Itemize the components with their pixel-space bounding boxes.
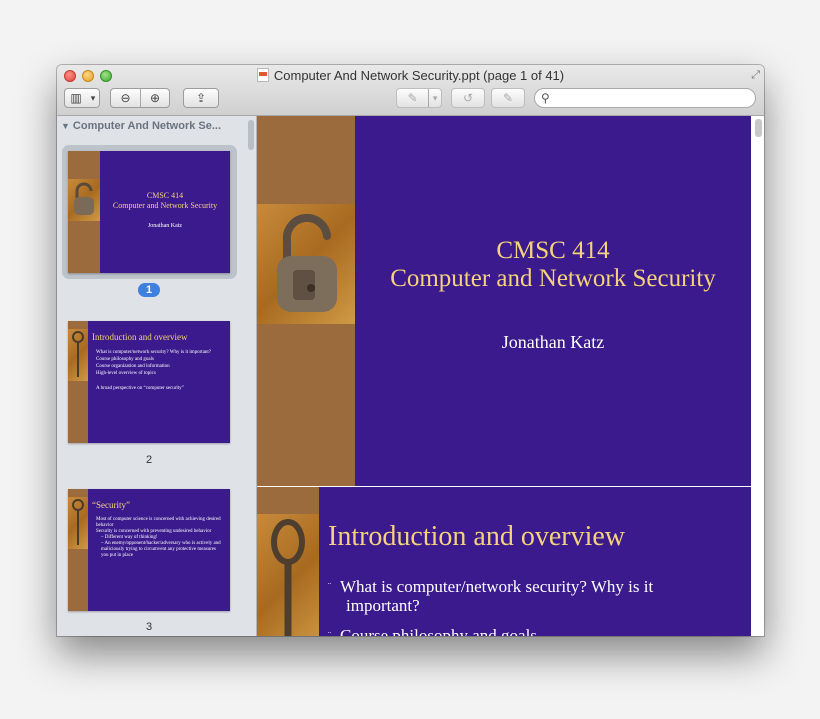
disclosure-triangle-icon[interactable]: ▼ [61,121,70,131]
thumbnail-page-3[interactable]: “Security” Most of computer science is c… [68,489,230,611]
document-view[interactable]: CMSC 414 Computer and Network Security J… [257,116,764,636]
padlock-image [257,204,355,324]
page-number-1[interactable]: 1 [138,283,160,297]
fullscreen-icon[interactable]: ⤢ [751,69,760,82]
thumbnail-page-1[interactable]: CMSC 414 Computer and Network Security J… [68,151,230,273]
sidebar-header[interactable]: ▼ Computer And Network Se... [61,120,221,132]
edit-icon: ✎ [502,91,514,105]
thumb-slide-title: Introduction and overview [92,332,188,342]
thumb-bullet: High-level overview of topics [96,371,156,376]
zoom-out-icon[interactable]: ⊖ [111,89,140,107]
search-icon: ⚲ [541,91,550,105]
sidebar-icon: ▥ [70,91,82,105]
main-scrollbar[interactable] [755,119,762,137]
bullet-glyph-icon: ¨ [328,630,331,636]
chevron-down-icon: ▾ [428,89,441,107]
chevron-down-icon: ▾ [90,92,96,103]
key-image [68,329,88,381]
slide-1: CMSC 414 Computer and Network Security J… [257,116,751,486]
window-title-text: Computer And Network Security.ppt (page … [273,68,565,83]
slide-bullet-1-line2: important? [346,596,420,615]
thumbnail-sidebar: ▼ Computer And Network Se... CMSC 414 Com… [57,116,257,636]
slide-bullet-1-line1: What is computer/network security? Why i… [340,577,654,596]
zoom-in-icon[interactable]: ⊕ [139,89,169,107]
slide-2: Introduction and overview ¨ What is compu… [257,487,751,636]
sidebar-view-button[interactable]: ▥ ▾ [64,88,100,108]
thumb-bullet: What is computer/network security? Why i… [96,350,212,355]
slide-author: Jonathan Katz [501,332,605,352]
annotate-button[interactable]: ✎ ▾ [396,88,442,108]
thumb-bullet: – An enemy/opponent/hacker/adversary who… [101,541,221,558]
bullet-glyph-icon: ¨ [328,581,331,591]
search-input[interactable] [555,90,749,107]
thumb-title-line1: CMSC 414 [146,191,184,200]
slide-title-line2: Computer and Network Security [390,265,716,292]
thumb-title-line2: Computer and Network Security [112,201,218,210]
zoom-control[interactable]: ⊖ ⊕ [110,88,170,108]
thumb-bullet: Course philosophy and goals [96,357,154,362]
sidebar-scrollbar[interactable] [248,120,254,150]
page-number-3[interactable]: 3 [129,621,169,633]
thumb-slide-title: “Security” [92,500,130,510]
key-image [257,514,319,636]
thumb-bullet: A broad perspective on “computer securit… [96,386,184,391]
thumb-bullet: Course organization and information [96,364,170,369]
title-bar: Computer And Network Security.ppt (page … [57,65,764,116]
ppt-document-icon [256,68,269,82]
search-field[interactable]: ⚲ [534,88,756,108]
page-number-2[interactable]: 2 [129,454,169,466]
pencil-icon: ✎ [407,91,418,105]
share-icon: ⇪ [195,91,207,105]
rotate-icon: ↺ [462,91,474,105]
padlock-image [68,179,100,221]
slide-title-line1: CMSC 414 [496,237,610,264]
sidebar-header-label: Computer And Network Se... [72,120,222,132]
key-image [68,497,88,549]
thumb-author: Jonathan Katz [147,223,183,229]
preview-window: Computer And Network Security.ppt (page … [57,65,764,636]
rotate-button[interactable]: ↺ [451,88,485,108]
share-button[interactable]: ⇪ [183,88,219,108]
window-title: Computer And Network Security.ppt (page … [57,68,764,83]
slide-bullet-2: Course philosophy and goals [340,626,537,636]
thumbnail-page-2[interactable]: Introduction and overview What is comput… [68,321,230,443]
thumb-bullet: Most of computer science is concerned wi… [96,517,221,528]
edit-button[interactable]: ✎ [491,88,525,108]
slide-title: Introduction and overview [328,521,626,552]
